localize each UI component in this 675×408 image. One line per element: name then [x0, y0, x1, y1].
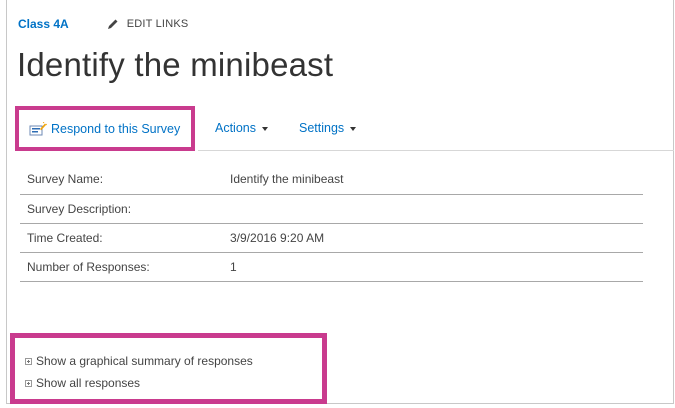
table-row: Survey Name: Identify the minibeast [20, 165, 643, 195]
edit-links-label: EDIT LINKS [126, 18, 189, 30]
time-created-value: 3/9/2016 9:20 AM [223, 223, 643, 253]
pencil-icon [107, 19, 118, 29]
number-of-responses-value: 1 [223, 252, 643, 282]
response-links-highlight-box: Show a graphical summary of responses Sh… [10, 333, 327, 404]
actions-menu-label: Actions [215, 121, 256, 135]
top-navigation: Class 4A EDIT LINKS [18, 16, 188, 32]
show-all-responses-label: Show all responses [36, 376, 141, 390]
table-row: Survey Description: [20, 194, 643, 224]
survey-details-table: Survey Name: Identify the minibeast Surv… [20, 165, 643, 282]
show-all-responses-link[interactable]: Show all responses [25, 376, 140, 390]
show-graphical-summary-link[interactable]: Show a graphical summary of responses [25, 354, 253, 368]
expand-plus-icon [25, 357, 32, 365]
chevron-down-icon [350, 127, 357, 131]
survey-toolbar: Respond to this Survey Actions Settings [15, 106, 674, 152]
number-of-responses-label: Number of Responses: [20, 252, 223, 282]
actions-menu-button[interactable]: Actions [215, 121, 268, 135]
site-link-class-4a[interactable]: Class 4A [18, 17, 69, 31]
table-row: Number of Responses: 1 [20, 252, 643, 282]
time-created-label: Time Created: [20, 223, 223, 253]
settings-menu-label: Settings [299, 121, 345, 135]
respond-survey-icon [29, 121, 47, 135]
survey-description-label: Survey Description: [20, 194, 223, 224]
page-title: Identify the minibeast [17, 46, 334, 83]
respond-to-survey-label: Respond to this Survey [51, 121, 181, 136]
survey-description-value [223, 194, 643, 224]
survey-name-value: Identify the minibeast [223, 165, 643, 195]
expand-plus-icon [25, 379, 32, 387]
show-graphical-summary-label: Show a graphical summary of responses [36, 354, 253, 368]
respond-highlight-box: Respond to this Survey [15, 106, 195, 151]
respond-to-survey-button[interactable]: Respond to this Survey [29, 121, 181, 136]
settings-menu-button[interactable]: Settings [299, 121, 357, 135]
table-row: Time Created: 3/9/2016 9:20 AM [20, 223, 643, 253]
edit-links-button[interactable]: EDIT LINKS [107, 18, 189, 30]
survey-name-label: Survey Name: [20, 165, 223, 195]
toolbar-divider [198, 150, 674, 151]
chevron-down-icon [262, 127, 268, 131]
